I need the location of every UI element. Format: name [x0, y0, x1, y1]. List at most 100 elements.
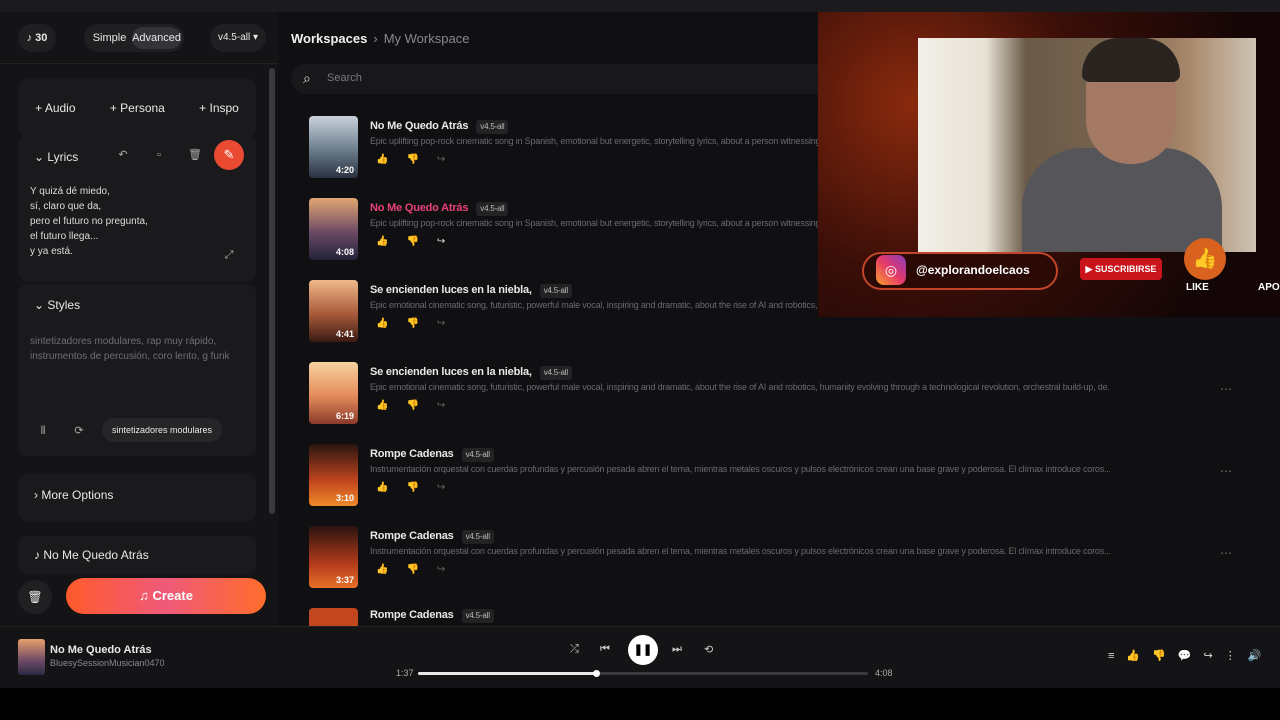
song-cover[interactable]: 4:41: [309, 280, 358, 342]
add-row: + Audio + Persona + Inspo: [18, 78, 256, 138]
webcam-person-hair: [1082, 38, 1180, 82]
thumbs-up-icon[interactable]: 👍: [376, 318, 406, 329]
song-title-text: Rompe Cadenas: [370, 448, 454, 460]
share-icon[interactable]: ↪: [437, 482, 463, 493]
song-row[interactable]: 3:37 Rompe Cadenas v4.5-all Instrumentaci…: [278, 524, 1280, 606]
more-icon[interactable]: ⋮: [1225, 650, 1248, 662]
song-title[interactable]: Se encienden luces en la niebla, v4.5-all: [370, 366, 572, 380]
song-cover[interactable]: 6:19: [309, 362, 358, 424]
more-options[interactable]: › More Options: [18, 474, 256, 522]
player-title[interactable]: No Me Quedo Atrás: [50, 644, 152, 656]
song-cover[interactable]: 3:37: [309, 526, 358, 588]
mode-toggle[interactable]: Simple Advanced: [84, 24, 184, 52]
thumbs-down-icon[interactable]: 👎: [406, 318, 436, 329]
song-title[interactable]: Se encienden luces en la niebla, v4.5-all: [370, 284, 572, 298]
song-title[interactable]: No Me Quedo Atrás v4.5-all: [370, 202, 509, 216]
previous-icon[interactable]: ⏮: [600, 643, 610, 656]
styles-textarea[interactable]: sintetizadores modulares, rap muy rápido…: [30, 334, 240, 364]
thumbs-up-icon[interactable]: 👍: [376, 482, 406, 493]
queue-icon[interactable]: ≡: [1108, 650, 1126, 662]
trash-icon[interactable]: 🗑: [186, 146, 204, 164]
undo-icon[interactable]: ↶: [114, 146, 132, 164]
thumbs-down-icon[interactable]: 👎: [406, 236, 436, 247]
thumbs-up-icon[interactable]: 👍: [376, 154, 406, 165]
shuffle-icon[interactable]: ⤮: [570, 643, 579, 656]
thumbs-up-icon[interactable]: 👍: [376, 564, 406, 575]
player-bar: No Me Quedo Atrás BluesySessionMusician0…: [0, 626, 1280, 688]
thumbs-up-icon[interactable]: 👍: [376, 236, 406, 247]
magic-wand-button[interactable]: ✎: [214, 140, 244, 170]
mode-advanced[interactable]: Advanced: [132, 27, 181, 49]
song-cover[interactable]: 3:10: [309, 444, 358, 506]
progress-fill: [418, 672, 596, 675]
add-audio-label: Audio: [44, 101, 76, 115]
player-cover[interactable]: [18, 639, 45, 675]
thumbs-up-icon[interactable]: 👍: [376, 400, 406, 411]
version-badge: v4.5-all: [476, 120, 509, 134]
thumbs-down-icon[interactable]: 👎: [406, 564, 436, 575]
thumbs-down-icon[interactable]: 👎: [406, 400, 436, 411]
add-inspo-button[interactable]: + Inspo: [199, 101, 239, 115]
breadcrumb-root[interactable]: Workspaces: [291, 31, 367, 46]
comment-icon[interactable]: 💬: [1178, 650, 1204, 662]
sidebar-scrollbar[interactable]: [269, 68, 275, 514]
thumbs-down-icon[interactable]: 👎: [1152, 650, 1178, 662]
search-input[interactable]: Search: [327, 72, 362, 84]
share-icon[interactable]: ↪: [437, 154, 463, 165]
song-cover[interactable]: [309, 608, 358, 626]
lyrics-toggle[interactable]: ⌄ Lyrics: [34, 150, 78, 164]
expand-icon[interactable]: ⤢: [220, 246, 238, 264]
share-icon[interactable]: ↪: [437, 400, 463, 411]
credits-count: 30: [35, 32, 48, 44]
pause-button[interactable]: ❚❚: [628, 635, 658, 665]
create-label: Create: [152, 588, 193, 603]
song-cover[interactable]: 4:20: [309, 116, 358, 178]
selected-song[interactable]: ♪ No Me Quedo Atrás: [18, 536, 256, 574]
add-inspo-label: Inspo: [209, 101, 239, 115]
add-persona-button[interactable]: + Persona: [110, 101, 165, 115]
create-button[interactable]: ♫ Create: [66, 578, 266, 614]
next-icon[interactable]: ⏭: [672, 643, 682, 656]
progress-slider[interactable]: [418, 670, 868, 677]
styles-toggle[interactable]: ⌄ Styles: [34, 298, 80, 312]
library-icon[interactable]: ⫴: [34, 422, 52, 440]
song-row[interactable]: 6:19 Se encienden luces en la niebla, v4.…: [278, 360, 1280, 442]
credits-badge[interactable]: ♪ 30: [18, 24, 56, 52]
thumbs-down-icon[interactable]: 👎: [406, 482, 436, 493]
thumbs-down-icon[interactable]: 👎: [406, 154, 436, 165]
share-icon[interactable]: ↪: [437, 318, 463, 329]
song-row[interactable]: Rompe Cadenas v4.5-all: [278, 606, 1280, 626]
song-duration: 4:20: [335, 165, 354, 175]
add-audio-button[interactable]: + Audio: [35, 101, 75, 115]
bookmark-icon[interactable]: ▫: [150, 146, 168, 164]
bookmarks-bar: [0, 0, 1280, 12]
search-icon: ⌕: [303, 70, 311, 86]
clear-button[interactable]: 🗑: [18, 580, 52, 614]
thumbs-up-icon[interactable]: 👍: [1126, 650, 1152, 662]
lyrics-textarea[interactable]: Y quizá dé miedo, sí, claro que da, pero…: [30, 184, 148, 259]
repeat-icon[interactable]: ⟲: [704, 643, 713, 656]
refresh-icon[interactable]: ⟳: [70, 422, 88, 440]
style-chip[interactable]: sintetizadores modulares: [102, 418, 222, 442]
song-duration: 6:19: [335, 411, 354, 421]
song-cover[interactable]: 4:08: [309, 198, 358, 260]
more-icon[interactable]: ⋯: [1220, 546, 1232, 560]
player-artist[interactable]: BluesySessionMusician0470: [50, 658, 165, 668]
webcam-person-body: [1022, 148, 1222, 252]
more-icon[interactable]: ⋯: [1220, 464, 1232, 478]
more-icon[interactable]: ⋯: [1220, 382, 1232, 396]
song-title[interactable]: Rompe Cadenas v4.5-all: [370, 609, 494, 623]
playback-controls: ⤮ ⏮ ❚❚ ⏭ ⟲: [568, 635, 718, 665]
share-icon[interactable]: ↪: [437, 564, 463, 575]
progress-knob[interactable]: [592, 670, 600, 677]
lyrics-title: Lyrics: [47, 150, 79, 164]
share-icon[interactable]: ↪: [1204, 650, 1225, 662]
song-title[interactable]: Rompe Cadenas v4.5-all: [370, 448, 494, 462]
song-title[interactable]: Rompe Cadenas v4.5-all: [370, 530, 494, 544]
model-select[interactable]: v4.5-all ▾: [210, 24, 266, 52]
song-title[interactable]: No Me Quedo Atrás v4.5-all: [370, 120, 509, 134]
song-row[interactable]: 3:10 Rompe Cadenas v4.5-all Instrumentaci…: [278, 442, 1280, 524]
share-icon[interactable]: ↪: [437, 236, 463, 247]
mode-simple[interactable]: Simple: [87, 27, 132, 49]
volume-icon[interactable]: 🔊: [1248, 650, 1274, 662]
